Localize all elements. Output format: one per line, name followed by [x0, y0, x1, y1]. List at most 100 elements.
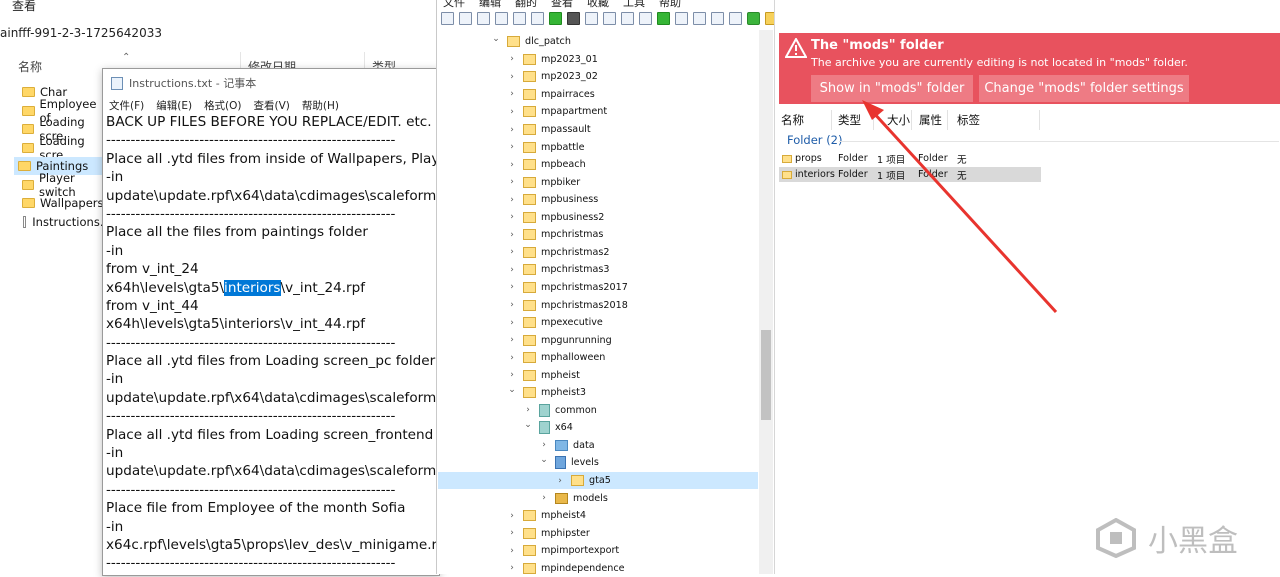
tree-node[interactable]: ›mpheist4	[507, 507, 586, 525]
tree-node[interactable]: ›mphipster	[507, 524, 590, 542]
tree-node[interactable]: ⌄levels	[539, 454, 599, 472]
window-icon[interactable]	[693, 12, 706, 25]
tree-node[interactable]: ›mp2023_02	[507, 68, 598, 86]
chevron-right-icon[interactable]: ›	[507, 125, 517, 135]
chevron-right-icon[interactable]: ›	[507, 72, 517, 82]
tree-node[interactable]: ›mpimportexport	[507, 542, 619, 560]
tree-node[interactable]: ›mpchristmas2	[507, 244, 610, 262]
menu-view[interactable]: 查看	[551, 0, 573, 10]
chevron-right-icon[interactable]: ›	[539, 493, 549, 503]
explorer-address-path[interactable]: ainfff-991-2-3-1725642033	[0, 26, 162, 40]
document-icon[interactable]	[585, 12, 598, 25]
chevron-right-icon[interactable]: ›	[507, 353, 517, 363]
chevron-down-icon[interactable]: ⌄	[523, 420, 533, 430]
chevron-right-icon[interactable]: ›	[507, 195, 517, 205]
tree-node[interactable]: ›mpbeach	[507, 156, 586, 174]
tree-node[interactable]: ›mpbiker	[507, 173, 580, 191]
tree-node[interactable]: ›mpchristmas2017	[507, 279, 628, 297]
chevron-right-icon[interactable]: ›	[507, 142, 517, 152]
chevron-down-icon[interactable]: ⌄	[539, 455, 549, 465]
explorer-item[interactable]: Instructions.t	[18, 213, 108, 231]
chevron-right-icon[interactable]: ›	[507, 300, 517, 310]
new-file-icon[interactable]	[441, 12, 454, 25]
replace-icon[interactable]	[621, 12, 634, 25]
import-icon[interactable]	[657, 12, 670, 25]
chevron-right-icon[interactable]: ›	[507, 318, 517, 328]
tree-node[interactable]: ›mpbattle	[507, 138, 585, 156]
menu-view[interactable]: 查看(V)	[254, 98, 290, 113]
chevron-right-icon[interactable]: ›	[507, 107, 517, 117]
col-header-attributes[interactable]: 属性	[919, 112, 942, 128]
menu-translate[interactable]: 翻的	[515, 0, 537, 10]
tree-node[interactable]: ›mpchristmas3	[507, 261, 610, 279]
tree-node[interactable]: ›mphalloween	[507, 349, 605, 367]
tree-node[interactable]: ›mpapartment	[507, 103, 607, 121]
rebuild-icon[interactable]	[711, 12, 724, 25]
chevron-right-icon[interactable]: ›	[507, 54, 517, 64]
menu-help[interactable]: 帮助(H)	[302, 98, 339, 113]
play-icon[interactable]	[549, 12, 562, 25]
menu-file[interactable]: 文件(F)	[109, 98, 144, 113]
chevron-right-icon[interactable]: ›	[507, 335, 517, 345]
explorer-item[interactable]: Loading scre	[18, 139, 108, 157]
tree-node[interactable]: ›mpexecutive	[507, 314, 603, 332]
tree-node[interactable]: ⌄x64	[523, 419, 573, 437]
file-row-interiors[interactable]: interiors Folder 1 项目 Folder 无	[779, 167, 1041, 182]
notepad-text-area[interactable]: BACK UP FILES BEFORE YOU REPLACE/EDIT. e…	[106, 113, 440, 573]
search-icon[interactable]	[603, 12, 616, 25]
tree-node[interactable]: ›mpgunrunning	[507, 331, 612, 349]
tree-node[interactable]: ›mpindependence	[507, 560, 625, 577]
explorer-menu-view[interactable]: 查看	[12, 0, 36, 14]
tree-node[interactable]: ›mpbusiness	[507, 191, 598, 209]
add-icon[interactable]	[747, 12, 760, 25]
tree-node[interactable]: ›mpchristmas	[507, 226, 603, 244]
tree-node[interactable]: ›mp2023_01	[507, 51, 598, 69]
chevron-down-icon[interactable]: ⌄	[491, 34, 501, 44]
chevron-right-icon[interactable]: ›	[507, 528, 517, 538]
tree-node[interactable]: ›mpchristmas2018	[507, 296, 628, 314]
export-icon[interactable]	[531, 12, 544, 25]
chevron-right-icon[interactable]: ›	[507, 546, 517, 556]
menu-edit[interactable]: 编辑	[479, 0, 501, 10]
change-mods-folder-settings-button[interactable]: Change "mods" folder settings	[979, 75, 1189, 102]
new-dropdown-icon[interactable]	[459, 12, 472, 25]
menu-tools[interactable]: 工具	[623, 0, 645, 10]
chevron-down-icon[interactable]: ⌄	[507, 385, 517, 395]
col-header-name[interactable]: 名称	[781, 112, 804, 128]
chevron-right-icon[interactable]: ›	[507, 511, 517, 521]
group-header-folder[interactable]: Folder (2)	[787, 133, 842, 147]
tree-node[interactable]: ›common	[523, 402, 597, 420]
tree-node[interactable]: ⌄mpheist3	[507, 384, 586, 402]
chevron-right-icon[interactable]: ›	[507, 370, 517, 380]
chevron-right-icon[interactable]: ›	[507, 160, 517, 170]
properties-icon[interactable]	[639, 12, 652, 25]
col-header-type[interactable]: 类型	[838, 112, 861, 128]
chevron-right-icon[interactable]: ›	[507, 563, 517, 573]
file-row-props[interactable]: props Folder 1 项目 Folder 无	[779, 151, 1041, 166]
chevron-right-icon[interactable]: ›	[507, 89, 517, 99]
col-header-size[interactable]: 大小	[887, 112, 910, 128]
chevron-right-icon[interactable]: ›	[523, 405, 533, 415]
explorer-col-name[interactable]: 名称	[18, 58, 42, 75]
tree-node[interactable]: ›mpassault	[507, 121, 591, 139]
edit-mode-icon[interactable]	[567, 12, 580, 25]
tree-node[interactable]: ›mpheist	[507, 366, 580, 384]
col-header-tags[interactable]: 标签	[957, 112, 980, 128]
tree-node[interactable]: ›data	[539, 437, 595, 455]
menu-help[interactable]: 帮助	[659, 0, 681, 10]
menu-format[interactable]: 格式(O)	[204, 98, 241, 113]
notepad-title-bar[interactable]: Instructions.txt - 记事本	[111, 75, 256, 91]
chevron-right-icon[interactable]: ›	[507, 230, 517, 240]
tree-scrollbar[interactable]	[759, 30, 773, 574]
chevron-right-icon[interactable]: ›	[507, 282, 517, 292]
chevron-right-icon[interactable]: ›	[507, 177, 517, 187]
open-icon[interactable]	[477, 12, 490, 25]
explorer-item[interactable]: Player switch	[18, 176, 108, 194]
info-icon[interactable]	[729, 12, 742, 25]
show-in-mods-folder-button[interactable]: Show in "mods" folder	[811, 75, 973, 102]
explorer-item[interactable]: Wallpapers	[18, 194, 108, 212]
chevron-right-icon[interactable]: ›	[539, 440, 549, 450]
tree-node[interactable]: ›mpairraces	[507, 86, 595, 104]
tree-node[interactable]: ›mpbusiness2	[507, 209, 604, 227]
tree-node[interactable]: ›models	[539, 489, 608, 507]
